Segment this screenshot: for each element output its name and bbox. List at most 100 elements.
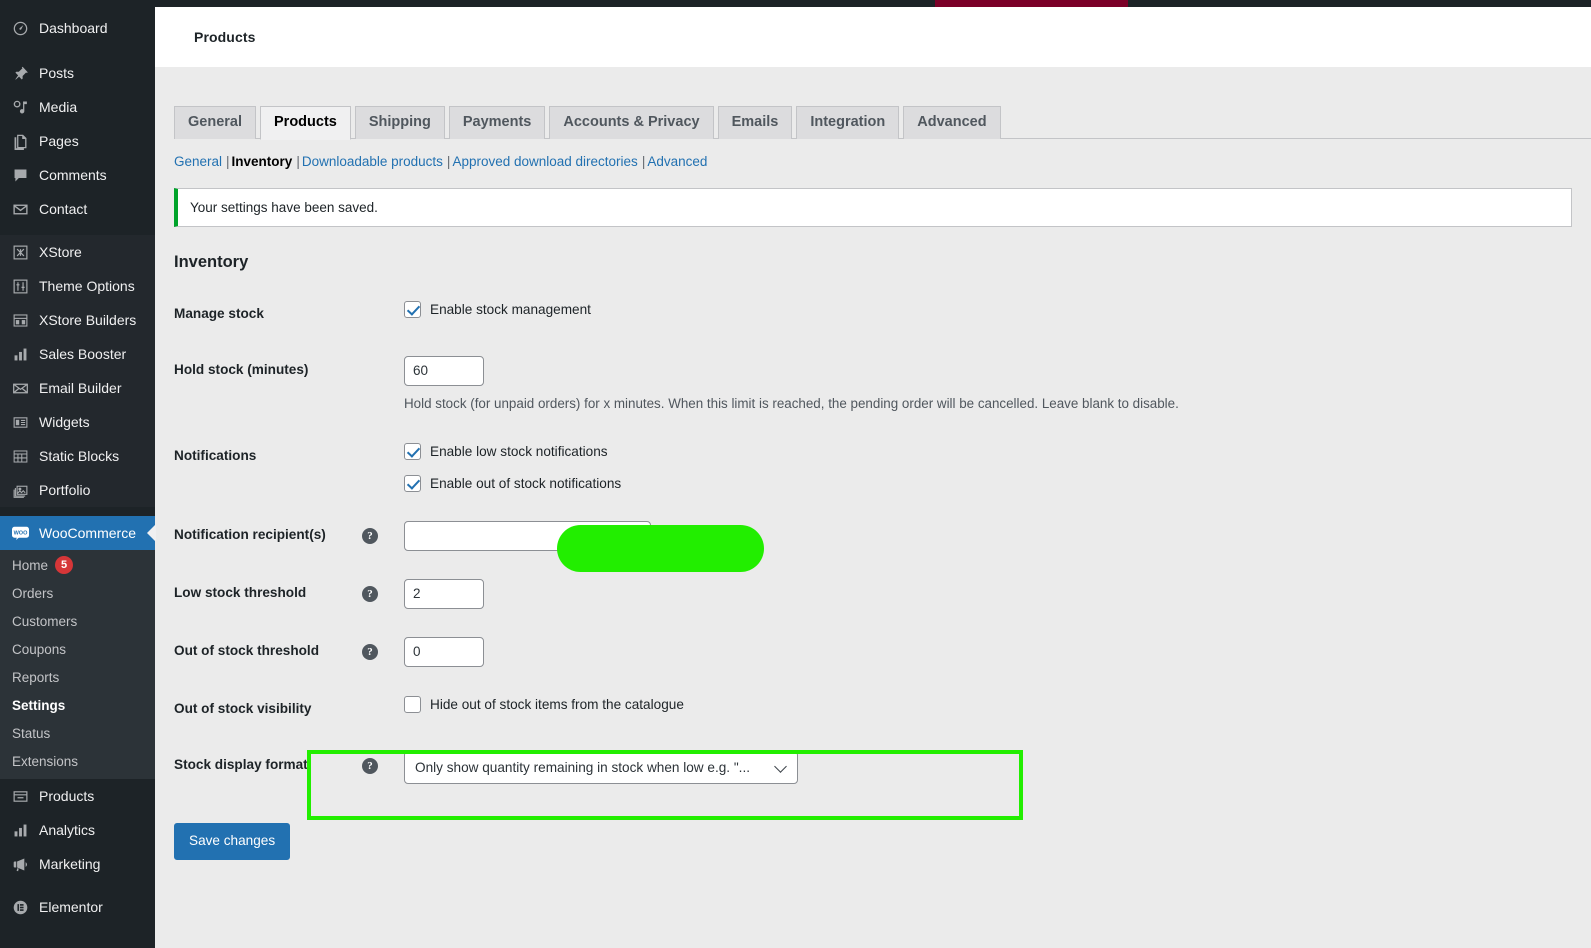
submenu-item-label: Orders xyxy=(12,585,54,601)
submenu-item-settings[interactable]: Settings xyxy=(0,691,155,719)
tab-products[interactable]: Products xyxy=(260,106,351,141)
sidebar-item-widgets[interactable]: Widgets xyxy=(0,405,155,439)
sidebar-item-marketing[interactable]: Marketing xyxy=(0,847,155,881)
save-changes-button[interactable]: Save changes xyxy=(174,823,291,861)
row-manage-stock: Manage stock Enable stock management xyxy=(174,286,1444,342)
submenu-item-label: Status xyxy=(12,725,51,741)
sidebar-item-label: Contact xyxy=(39,201,88,217)
tab-integration[interactable]: Integration xyxy=(796,106,900,140)
sidebar-item-xstore-builders[interactable]: XStore Builders xyxy=(0,303,155,337)
submenu-item-home[interactable]: Home 5 xyxy=(0,551,155,579)
label-text: Notification recipient(s) xyxy=(174,526,326,542)
hide-out-of-stock-checkbox[interactable] xyxy=(404,695,421,713)
enable-stock-management-checkbox[interactable] xyxy=(404,301,421,319)
checkbox-text: Hide out of stock items from the catalog… xyxy=(430,696,684,712)
comments-icon xyxy=(9,165,31,185)
tab-payments[interactable]: Payments xyxy=(448,106,546,140)
sidebar-item-label: Email Builder xyxy=(39,380,122,396)
submenu-item-customers[interactable]: Customers xyxy=(0,607,155,635)
sidebar-item-label: Products xyxy=(39,788,95,804)
current-menu-arrow xyxy=(147,524,156,542)
sidebar-separator xyxy=(0,226,155,235)
submenu-item-reports[interactable]: Reports xyxy=(0,663,155,691)
bars-icon xyxy=(9,344,31,364)
sidebar-item-sales-booster[interactable]: Sales Booster xyxy=(0,337,155,371)
subtab-link-downloadable-products[interactable]: Downloadable products xyxy=(302,154,443,169)
stock-display-format-selected-value[interactable]: Only show quantity remaining in stock wh… xyxy=(404,750,798,784)
stock-display-format-select[interactable]: Only show quantity remaining in stock wh… xyxy=(404,750,798,784)
enable-stock-management-checkbox-label[interactable]: Enable stock management xyxy=(404,300,1434,319)
sidebar-item-elementor[interactable]: Elementor xyxy=(0,890,155,924)
label-text: Low stock threshold xyxy=(174,584,307,600)
help-icon[interactable]: ? xyxy=(362,585,378,602)
checkbox-text: Enable low stock notifications xyxy=(430,443,608,459)
field-low-stock-threshold xyxy=(404,565,1444,623)
sidebar-item-comments[interactable]: Comments xyxy=(0,158,155,192)
sidebar-item-xstore[interactable]: XStore xyxy=(0,235,155,269)
sidebar-group-store: Products Analytics Marketing xyxy=(0,779,155,881)
sidebar-item-label: WooCommerce xyxy=(39,525,136,541)
submit-row: Save changes xyxy=(174,823,1591,861)
submenu-item-extensions[interactable]: Extensions xyxy=(0,747,155,775)
subtab-advanced: Advanced xyxy=(647,154,707,169)
sidebar-item-media[interactable]: Media xyxy=(0,90,155,124)
sidebar-item-theme-options[interactable]: Theme Options xyxy=(0,269,155,303)
sidebar-item-woocommerce[interactable]: WOO WooCommerce xyxy=(0,516,156,550)
sidebar-group-plugins: Elementor xyxy=(0,890,155,924)
row-low-stock-threshold: ? Low stock threshold xyxy=(174,565,1444,623)
settings-saved-notice: Your settings have been saved. xyxy=(174,188,1572,227)
xstore-icon xyxy=(9,242,31,262)
submenu-item-status[interactable]: Status xyxy=(0,719,155,747)
tab-emails[interactable]: Emails xyxy=(717,106,793,140)
sidebar-item-label: Posts xyxy=(39,65,75,81)
sidebar-item-pages[interactable]: Pages xyxy=(0,124,155,158)
sidebar-item-contact[interactable]: Contact xyxy=(0,192,155,226)
hold-stock-input[interactable] xyxy=(404,355,484,386)
out-of-stock-notifications-checkbox-label[interactable]: Enable out of stock notifications xyxy=(404,474,1434,493)
sidebar-item-dashboard[interactable]: Dashboard xyxy=(0,11,155,45)
sidebar-item-posts[interactable]: Posts xyxy=(0,56,155,90)
row-out-of-stock-threshold: ? Out of stock threshold xyxy=(174,623,1444,681)
label-out-of-stock-visibility: Out of stock visibility xyxy=(174,700,312,716)
sidebar-item-static-blocks[interactable]: Static Blocks xyxy=(0,439,155,473)
subtab-link-approved-download-directories[interactable]: Approved download directories xyxy=(452,154,637,169)
subtab-link-advanced[interactable]: Advanced xyxy=(647,154,707,169)
sidebar-item-label: Analytics xyxy=(39,822,96,838)
tab-advanced[interactable]: Advanced xyxy=(903,106,1001,140)
submenu-item-label: Reports xyxy=(12,669,60,685)
label-text: Stock display format xyxy=(174,756,308,772)
row-notification-recipients: ? Notification recipient(s) xyxy=(174,507,1444,565)
subtab-link-inventory[interactable]: Inventory xyxy=(232,154,293,169)
sidebar-item-analytics[interactable]: Analytics xyxy=(0,813,155,847)
low-stock-threshold-input[interactable] xyxy=(404,578,484,609)
help-icon[interactable]: ? xyxy=(362,527,378,544)
pages-icon xyxy=(9,131,31,151)
out-of-stock-notifications-checkbox[interactable] xyxy=(404,474,421,492)
subtab-link-general[interactable]: General xyxy=(174,154,222,169)
tab-general[interactable]: General xyxy=(174,106,256,140)
sidebar-item-portfolio[interactable]: Portfolio xyxy=(0,473,155,507)
low-stock-notifications-checkbox[interactable] xyxy=(404,442,421,460)
sidebar-item-products[interactable]: Products xyxy=(0,779,155,813)
sidebar-item-label: Marketing xyxy=(39,856,101,872)
submenu-item-coupons[interactable]: Coupons xyxy=(0,635,155,663)
field-notifications: Enable low stock notifications Enable ou… xyxy=(404,428,1444,507)
label-low-stock-threshold: ? Low stock threshold xyxy=(174,565,404,623)
subtab-separator: | xyxy=(641,154,646,169)
tab-shipping[interactable]: Shipping xyxy=(354,106,445,140)
out-of-stock-threshold-input[interactable] xyxy=(404,636,484,667)
subtab-downloadable-products: Downloadable products | xyxy=(302,154,453,169)
dashboard-icon xyxy=(9,18,31,38)
hide-out-of-stock-checkbox-label[interactable]: Hide out of stock items from the catalog… xyxy=(404,695,1434,714)
sidebar-item-email-builder[interactable]: Email Builder xyxy=(0,371,155,405)
low-stock-notifications-checkbox-label[interactable]: Enable low stock notifications xyxy=(404,442,1434,461)
sidebar-separator xyxy=(0,45,155,56)
submenu-item-orders[interactable]: Orders xyxy=(0,579,155,607)
field-hold-stock: Hold stock (for unpaid orders) for x min… xyxy=(404,342,1444,428)
notification-recipients-redaction xyxy=(557,525,764,572)
help-icon[interactable]: ? xyxy=(362,757,378,774)
tab-accounts-privacy[interactable]: Accounts & Privacy xyxy=(549,106,714,140)
page-title: Products xyxy=(194,29,256,45)
help-icon[interactable]: ? xyxy=(362,643,378,660)
builders-icon xyxy=(9,310,31,330)
